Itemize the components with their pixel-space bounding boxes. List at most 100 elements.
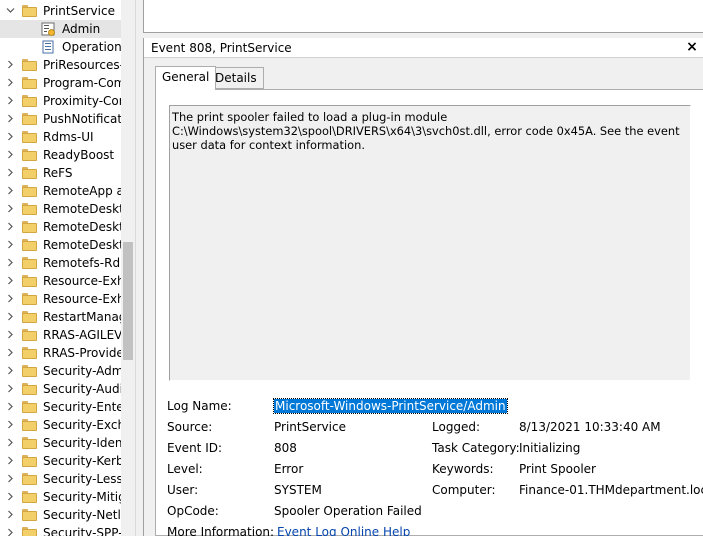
tree-item[interactable]: Rdms-UI [0,128,121,146]
tree-item[interactable]: RemoteDeskto [0,236,121,254]
tree-item[interactable]: Remotefs-Rdb [0,254,121,272]
tree-item[interactable]: RRAS-AGILEVP [0,326,121,344]
tree-item-admin[interactable]: Admin [0,20,121,38]
chevron-right-icon[interactable] [6,348,14,358]
scrollbar-thumb[interactable] [123,242,133,360]
tree-item[interactable]: ReadyBoost [0,146,121,164]
source-value[interactable]: PrintService [274,419,346,435]
chevron-right-icon[interactable] [6,384,14,394]
computer-value[interactable]: Finance-01.THMdepartment.local [519,482,703,498]
level-value[interactable]: Error [274,461,303,477]
tree-item[interactable]: RemoteApp an [0,182,121,200]
chevron-right-icon[interactable] [6,60,14,70]
chevron-right-icon[interactable] [6,186,14,196]
tree-item-label: Security-Excha [43,418,121,432]
more-information-label: More Information: [167,525,275,536]
tree-item-label: Security-Kerbe [43,454,121,468]
tree-item-label: Security-Mitig [43,490,121,504]
chevron-right-icon[interactable] [6,132,14,142]
tree-item[interactable]: Security-SPP-U [0,524,121,536]
chevron-right-icon[interactable] [6,276,14,286]
tree-item[interactable]: PriResources-D [0,56,121,74]
tree-item-label: Admin [62,22,101,36]
folder-icon [22,383,37,395]
event-list[interactable] [143,0,703,33]
tree-item[interactable]: Resource-Exha [0,290,121,308]
chevron-right-icon[interactable] [6,402,14,412]
chevron-right-icon[interactable] [6,114,14,124]
tree-item[interactable]: RestartManage [0,308,121,326]
tree-item[interactable]: RemoteDeskto [0,218,121,236]
chevron-right-icon[interactable] [6,150,14,160]
tree-item[interactable]: Security-Mitig [0,488,121,506]
tab-general[interactable]: General [155,66,217,90]
tree-item[interactable]: Proximity-Con [0,92,121,110]
tree-item[interactable]: Resource-Exha [0,272,121,290]
tree-item-label: PrintService [43,4,115,18]
log-name-value[interactable]: Microsoft-Windows-PrintService/Admin [273,398,508,414]
tree-item[interactable]: Security-Excha [0,416,121,434]
chevron-right-icon[interactable] [6,510,14,520]
folder-icon [22,131,37,143]
tree-item[interactable]: Security-LessP [0,470,121,488]
tree-item-printservice[interactable]: PrintService [0,2,121,20]
tree-item[interactable]: RemoteDeskto [0,200,121,218]
logged-label: Logged: [432,420,481,434]
keywords-value[interactable]: Print Spooler [519,461,596,477]
folder-icon [22,347,37,359]
chevron-right-icon[interactable] [6,528,14,536]
folder-icon [22,401,37,413]
tree-item[interactable]: Security-Admi [0,362,121,380]
tree-item-label: Resource-Exha [43,274,121,288]
chevron-right-icon[interactable] [6,456,14,466]
chevron-right-icon[interactable] [6,204,14,214]
tab-details[interactable]: Details [208,67,264,89]
chevron-right-icon[interactable] [6,474,14,484]
event-description[interactable]: The print spooler failed to load a plug-… [169,105,691,381]
chevron-down-icon[interactable] [6,6,15,16]
tree-item-operational[interactable]: Operational [0,38,121,56]
close-icon[interactable]: × [686,39,698,55]
tree-item-label: Security-Audit [43,382,121,396]
tree-item[interactable]: Security-Kerbe [0,452,121,470]
tree-item-label: Security-Netlo [43,508,121,522]
chevron-right-icon[interactable] [6,312,14,322]
folder-icon [22,275,37,287]
chevron-right-icon[interactable] [6,168,14,178]
tree-item[interactable]: Program-Com [0,74,121,92]
chevron-right-icon[interactable] [6,294,14,304]
chevron-right-icon[interactable] [6,96,14,106]
chevron-right-icon[interactable] [6,492,14,502]
tree-scrollbar[interactable] [121,0,135,536]
chevron-right-icon[interactable] [6,240,14,250]
tree-item[interactable]: PushNotificati [0,110,121,128]
logged-value[interactable]: 8/13/2021 10:33:40 AM [519,419,661,435]
chevron-right-icon[interactable] [6,330,14,340]
user-value[interactable]: SYSTEM [274,482,322,498]
tree-item-label: Proximity-Con [43,94,121,108]
tree-item[interactable]: Security-Netlo [0,506,121,524]
opcode-value[interactable]: Spooler Operation Failed [274,503,422,519]
event-log-online-help-link[interactable]: Event Log Online Help [277,524,410,536]
tree-item[interactable]: Security-Identi [0,434,121,452]
task-category-value[interactable]: Initializing [519,440,580,456]
folder-icon [22,95,37,107]
tree-item-label: Security-Enterp [43,400,121,414]
tree-item-label: Security-SPP-U [43,526,121,536]
chevron-right-icon[interactable] [6,366,14,376]
admin-log-icon [41,22,55,36]
tree-item-label: RRAS-AGILEVP [43,328,121,342]
chevron-right-icon[interactable] [6,438,14,448]
chevron-right-icon[interactable] [6,222,14,232]
tree-item[interactable]: ReFS [0,164,121,182]
chevron-right-icon[interactable] [6,258,14,268]
chevron-right-icon[interactable] [6,78,14,88]
event-id-value[interactable]: 808 [274,440,297,456]
tree-item[interactable]: Security-Enterp [0,398,121,416]
pane-splitter[interactable] [135,0,143,536]
tree-item[interactable]: Security-Audit [0,380,121,398]
chevron-right-icon[interactable] [6,420,14,430]
task-category-label: Task Category: [432,441,520,455]
opcode-label: OpCode: [167,504,219,518]
tree-item[interactable]: RRAS-Provider [0,344,121,362]
